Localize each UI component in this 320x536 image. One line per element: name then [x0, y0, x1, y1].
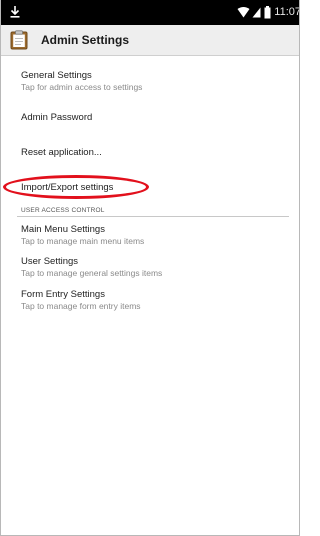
general-settings-item[interactable]: General Settings Tap for admin access to…	[21, 70, 291, 93]
reset-application-title: Reset application...	[21, 147, 102, 158]
download-icon	[10, 6, 20, 18]
form-entry-settings-title: Form Entry Settings	[21, 289, 105, 300]
form-entry-settings-summary: Tap to manage form entry items	[21, 301, 141, 311]
form-entry-settings-item[interactable]: Form Entry Settings Tap to manage form e…	[21, 289, 291, 312]
user-settings-item[interactable]: User Settings Tap to manage general sett…	[21, 256, 291, 279]
reset-application-item[interactable]: Reset application...	[21, 147, 291, 159]
clipboard-icon	[10, 30, 28, 50]
status-time: 11:07	[274, 6, 300, 18]
admin-password-title: Admin Password	[21, 112, 93, 123]
wifi-icon	[237, 6, 250, 17]
user-access-control-header: USER ACCESS CONTROL	[21, 207, 105, 214]
import-export-settings-item[interactable]: Import/Export settings	[21, 182, 291, 194]
screen: 11:07 Admin Settings General Settings Ta…	[0, 0, 300, 536]
category-divider	[17, 216, 289, 217]
user-settings-summary: Tap to manage general settings items	[21, 268, 163, 278]
import-export-settings-title: Import/Export settings	[21, 182, 114, 193]
app-bar: Admin Settings	[1, 25, 299, 56]
cell-signal-icon	[252, 7, 261, 17]
general-settings-title: General Settings	[21, 70, 92, 81]
status-icons: 11:07	[237, 4, 300, 20]
user-settings-title: User Settings	[21, 256, 79, 267]
battery-icon	[264, 5, 271, 18]
page-title: Admin Settings	[41, 33, 130, 47]
main-menu-settings-item[interactable]: Main Menu Settings Tap to manage main me…	[21, 224, 291, 247]
main-menu-settings-title: Main Menu Settings	[21, 224, 105, 235]
admin-password-item[interactable]: Admin Password	[21, 112, 291, 124]
status-bar: 11:07	[1, 0, 300, 25]
general-settings-summary: Tap for admin access to settings	[21, 82, 143, 92]
main-menu-settings-summary: Tap to manage main menu items	[21, 236, 145, 246]
